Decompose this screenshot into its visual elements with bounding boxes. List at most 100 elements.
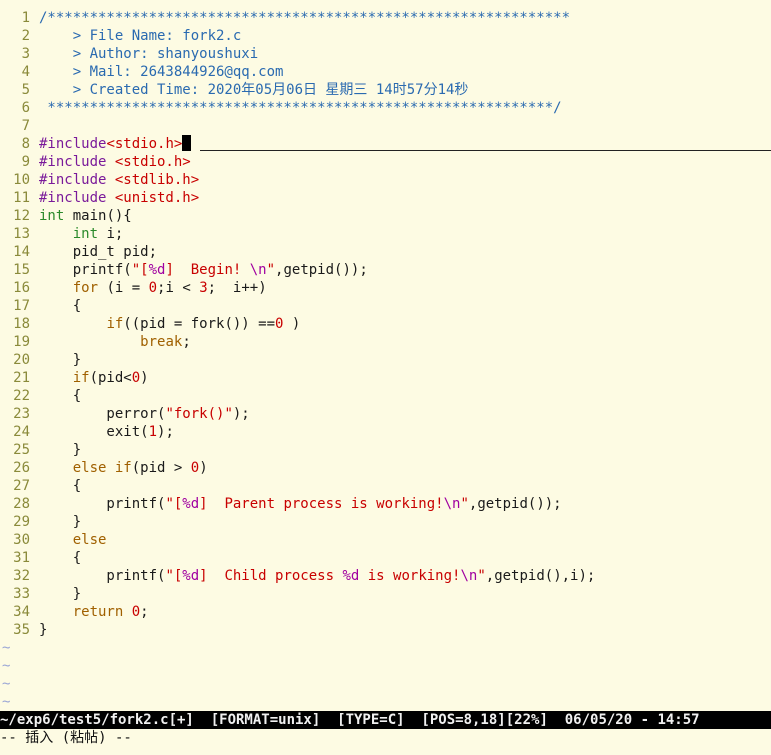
line-number: 15 [13,262,30,278]
code-token: ; i++) [207,280,267,296]
line-text: if((pid = fork()) ==0 ) [39,315,300,333]
code-token: ) [199,460,208,476]
line-number: 26 [13,460,30,476]
line-number: 18 [13,316,30,332]
code-token: #include [39,154,115,170]
line-text: > Created Time: 2020年05月06日 星期三 14时57分14… [39,81,469,99]
line-text: } [39,585,81,603]
code-token: "fork()" [165,406,233,422]
code-token: ((pid = fork()) == [123,316,276,332]
line-text: { [39,477,81,495]
code-token: { [39,388,82,404]
line-text: int i; [39,225,124,243]
line-number: 32 [13,568,30,584]
code-token: " [460,496,469,512]
line-number: 13 [13,226,30,242]
vim-editor[interactable]: 1 /**************************************… [0,0,771,755]
line-text: #include<stdio.h> [39,135,192,153]
status-line: ~/exp6/test5/fork2.c[+] [FORMAT=unix] [T… [0,711,771,729]
line-text: printf("[%d] Parent process is working!\… [39,495,562,513]
line-number: 11 [13,190,30,206]
code-token: } [39,586,82,602]
code-token: int [39,208,65,224]
code-token: #include [39,136,107,152]
line-number: 24 [13,424,30,440]
code-token: (pid< [89,370,132,386]
line-text: { [39,297,81,315]
code-token: ; [140,604,149,620]
line-number: 21 [13,370,30,386]
code-token: ; [182,334,191,350]
code-token: > File Name: fork2.c [39,28,242,44]
code-token: if [114,460,132,476]
code-token: 0 [148,280,158,296]
line-text: { [39,387,81,405]
code-token: ); [157,424,174,440]
line-number: 5 [21,82,30,98]
code-token: { [39,550,82,566]
line-number: 35 [13,622,30,638]
command-line[interactable]: -- 插入 (粘帖) -- [0,729,771,747]
code-token: %d [148,262,166,278]
code-token: 1 [148,424,158,440]
code-token: ****************************************… [39,100,562,116]
line-text: return 0; [39,603,149,621]
line-number: 19 [13,334,30,350]
line-text: pid_t pid; [39,243,157,261]
code-token: is working! [359,568,461,584]
code-token: (pid > [131,460,191,476]
code-token: ,getpid()); [468,496,562,512]
code-token: %d [342,568,360,584]
line-number: 16 [13,280,30,296]
line-number: 9 [21,154,30,170]
code-token: perror( [39,406,166,422]
code-token: \n [443,496,461,512]
code-token: if [106,316,124,332]
line-text: ****************************************… [39,99,562,117]
code-token: " [266,262,276,278]
line-number: 28 [13,496,30,512]
line-number: 6 [21,100,30,116]
code-token: > Author: shanyoushuxi [39,46,259,62]
code-token: ;i < [157,280,200,296]
code-token: "[ [131,262,149,278]
line-text: } [39,441,81,459]
line-text: printf("[%d] Begin! \n",getpid()); [39,261,368,279]
code-token: %d [182,496,200,512]
line-number: 12 [13,208,30,224]
code-token: ] Child process [199,568,343,584]
code-token: > Mail: 2643844926@qq.com [39,64,284,80]
line-text: #include <stdio.h> [39,153,191,171]
line-text: } [39,621,47,639]
code-token: <unistd.h> [114,190,200,206]
code-token: printf( [39,568,166,584]
code-token: 3 [199,280,208,296]
code-token: <stdio.h> [106,136,183,152]
code-token: ] Parent process is working! [199,496,444,512]
line-text: else if(pid > 0) [39,459,208,477]
line-text: perror("fork()"); [39,405,250,423]
tilde-marker: ~ [2,676,11,692]
code-token: i; [98,226,124,242]
code-token: for [72,280,99,296]
line-text: for (i = 0;i < 3; i++) [39,279,267,297]
line-text: > Mail: 2643844926@qq.com [39,63,284,81]
code-token: #include [39,190,115,206]
code-token: else [72,460,107,476]
tilde-marker: ~ [2,658,11,674]
code-token: ); [232,406,250,422]
code-token: <stdio.h> [114,154,191,170]
line-text: { [39,549,81,567]
code-token: exit( [39,424,149,440]
line-text: } [39,513,81,531]
code-token: "[ [165,496,183,512]
code-token: ] Begin! [165,262,250,278]
line-text: printf("[%d] Child process %d is working… [39,567,595,585]
code-token: else [72,532,107,548]
line-number: 30 [13,532,30,548]
